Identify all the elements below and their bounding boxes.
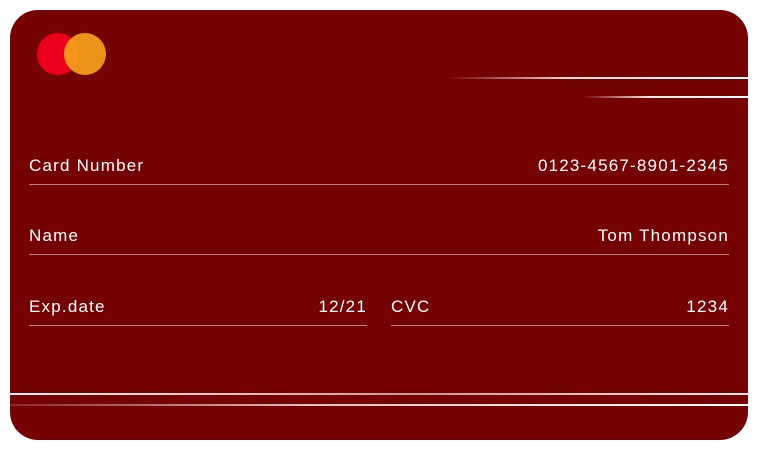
exp-date-field: Exp.date 12/21 (29, 287, 367, 326)
cvc-label: CVC (391, 297, 431, 316)
exp-date-label: Exp.date (29, 297, 106, 316)
cvc-value: 1234 (686, 297, 729, 316)
credit-card: Card Number 0123-4567-8901-2345 Name Tom… (10, 10, 748, 440)
name-value: Tom Thompson (597, 226, 729, 245)
logo-orange-circle (64, 33, 106, 75)
card-number-field: Card Number 0123-4567-8901-2345 (29, 146, 729, 185)
name-field: Name Tom Thompson (29, 216, 729, 255)
mastercard-logo-icon (37, 33, 107, 77)
card-number-value: 0123-4567-8901-2345 (537, 156, 729, 175)
card-number-label: Card Number (29, 156, 145, 175)
cvc-field: CVC 1234 (391, 287, 729, 326)
decorative-streak-top-1 (448, 77, 748, 79)
decorative-streak-top-2 (583, 96, 748, 98)
exp-date-value: 12/21 (318, 297, 367, 316)
name-label: Name (29, 226, 80, 245)
decorative-streak-bottom-1 (10, 393, 748, 395)
decorative-streak-bottom-2 (10, 404, 748, 406)
